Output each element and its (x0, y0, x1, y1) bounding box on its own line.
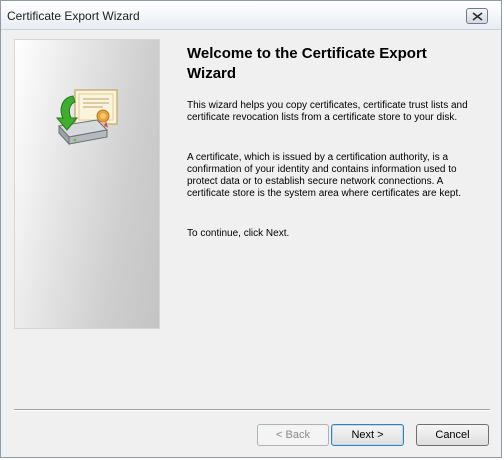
close-button[interactable] (466, 8, 488, 24)
intro-paragraph: This wizard helps you copy certificates,… (187, 100, 468, 123)
close-icon (472, 12, 483, 21)
wizard-content: Welcome to the Certificate Export Wizard… (1, 30, 501, 415)
description-paragraph: A certificate, which is issued by a cert… (187, 152, 461, 199)
wizard-side-panel (14, 39, 160, 329)
cancel-button[interactable]: Cancel (416, 424, 489, 446)
wizard-window: Certificate Export Wizard Welcome to the… (0, 0, 502, 458)
footer-divider (14, 409, 490, 411)
back-button[interactable]: < Back (257, 424, 329, 446)
title-bar[interactable]: Certificate Export Wizard (1, 1, 501, 30)
window-title: Certificate Export Wizard (7, 9, 140, 23)
certificate-export-icon (55, 89, 118, 146)
continue-paragraph: To continue, click Next. (187, 228, 290, 239)
wizard-heading: Welcome to the Certificate Export Wizard (187, 45, 427, 82)
next-button[interactable]: Next > (331, 424, 404, 446)
